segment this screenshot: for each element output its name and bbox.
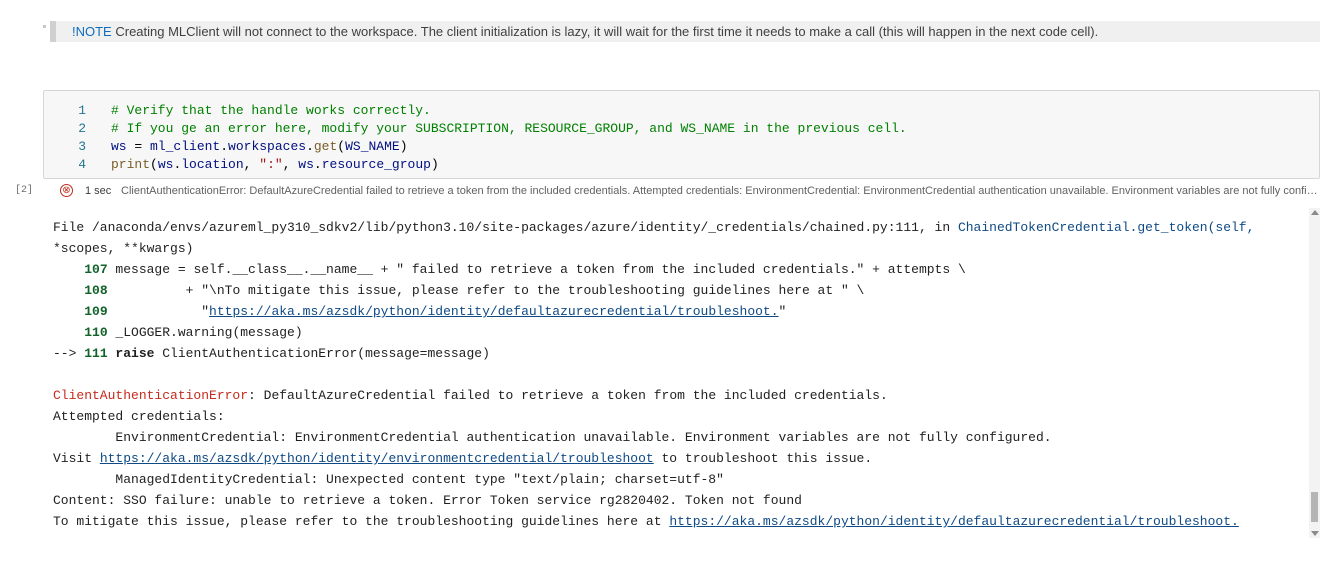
error-detail-line: Content: SSO failure: unable to retrieve… (53, 493, 802, 508)
traceback-code-line: 108 + "\nTo mitigate this issue, please … (53, 283, 864, 301)
code-text: # If you ge an error here, modify your S… (111, 121, 907, 136)
code-token: ( (337, 139, 346, 154)
code-token: ml_client (150, 139, 221, 154)
code-token: workspaces (228, 139, 307, 154)
code-token: ws (298, 157, 314, 172)
code-token: , (282, 157, 299, 172)
scrollbar-thumb[interactable] (1311, 492, 1318, 522)
error-detail-line: To mitigate this issue, please refer to … (53, 514, 1239, 532)
traceback-code: " (778, 304, 787, 319)
code-line: 1 # Verify that the handle works correct… (44, 103, 1319, 121)
scroll-down-arrow-icon[interactable] (1311, 531, 1319, 536)
error-line: ClientAuthenticationError: DefaultAzureC… (53, 388, 888, 406)
traceback-func-link[interactable]: ChainedTokenCredential.get_token(self, (958, 220, 1254, 235)
line-number: 2 (78, 121, 86, 136)
error-detail-line: EnvironmentCredential: EnvironmentCreden… (53, 430, 1052, 445)
traceback-code: ClientAuthenticationError(message=messag… (154, 346, 490, 361)
scroll-up-arrow-icon[interactable] (1311, 210, 1319, 215)
code-cell-editor[interactable]: 1 # Verify that the handle works correct… (43, 90, 1320, 179)
line-number: 3 (78, 139, 86, 154)
traceback-line-number: 108 (84, 283, 108, 298)
cell-output: File /anaconda/envs/azureml_py310_sdkv2/… (0, 210, 1310, 540)
traceback-current-line: --> 111 raise ClientAuthenticationError(… (53, 346, 490, 364)
traceback-file-line: File /anaconda/envs/azureml_py310_sdkv2/… (53, 220, 1254, 238)
code-token: get (313, 139, 338, 154)
code-token: ":" (259, 157, 283, 172)
troubleshoot-link[interactable]: https://aka.ms/azsdk/python/identity/def… (209, 304, 779, 319)
traceback-code-line: 109 "https://aka.ms/azsdk/python/identit… (53, 304, 786, 322)
note-label: !NOTE (72, 24, 112, 39)
code-token: WS_NAME (345, 139, 400, 154)
error-message: : DefaultAzureCredential failed to retri… (248, 388, 888, 403)
error-detail-line: Visit https://aka.ms/azsdk/python/identi… (53, 451, 872, 469)
code-token: . (306, 139, 314, 154)
code-token: . (220, 139, 229, 154)
traceback-code-line: 110 _LOGGER.warning(message) (53, 325, 303, 343)
code-text: ws = ml_client.workspaces.get(WS_NAME) (111, 139, 408, 154)
output-scrollbar[interactable] (1309, 208, 1320, 538)
traceback-line-number: 107 (84, 262, 108, 277)
traceback-code-line: 107 message = self.__class__.__name__ + … (53, 262, 966, 280)
code-line: 3 ws = ml_client.workspaces.get(WS_NAME) (44, 139, 1319, 157)
code-token: ws (157, 157, 174, 172)
error-status-icon: ⊗ (60, 184, 73, 197)
traceback-line-number: 109 (84, 304, 108, 319)
error-text: Visit (53, 451, 100, 466)
environment-troubleshoot-link[interactable]: https://aka.ms/azsdk/python/identity/env… (100, 451, 654, 466)
execution-count: [2] (15, 185, 34, 196)
error-name: ClientAuthenticationError (53, 388, 249, 403)
code-token: ws (111, 139, 127, 154)
code-token: ) (399, 139, 408, 154)
traceback-args-line: *scopes, **kwargs) (53, 241, 194, 256)
execution-status-message[interactable]: ClientAuthenticationError: DefaultAzureC… (121, 185, 1320, 197)
traceback-code: _LOGGER.warning(message) (107, 325, 303, 340)
code-token: print (111, 157, 151, 172)
code-token: , (243, 157, 260, 172)
markdown-note-cell[interactable]: !NOTE Creating MLClient will not connect… (50, 21, 1320, 42)
cell-marker (43, 25, 46, 28)
code-line: 4 print(ws.location, ":", ws.resource_gr… (44, 157, 1319, 175)
note-text: !NOTE Creating MLClient will not connect… (72, 24, 1098, 39)
defaultcredential-troubleshoot-link[interactable]: https://aka.ms/azsdk/python/identity/def… (669, 514, 1239, 529)
error-text: To mitigate this issue, please refer to … (53, 514, 670, 529)
error-text: to troubleshoot this issue. (653, 451, 873, 466)
code-token: resource_group (321, 157, 431, 172)
traceback-arrow: --> (53, 346, 85, 361)
traceback-code: message = self.__class__.__name__ + " fa… (107, 262, 966, 277)
code-text: print(ws.location, ":", ws.resource_grou… (111, 157, 439, 172)
execution-time: 1 sec (85, 185, 112, 197)
line-number: 1 (78, 103, 86, 118)
code-token: = (126, 139, 151, 154)
code-line: 2 # If you ge an error here, modify your… (44, 121, 1319, 139)
error-detail-line: ManagedIdentityCredential: Unexpected co… (53, 472, 724, 487)
traceback-line-number: 111 (84, 346, 108, 361)
note-body: Creating MLClient will not connect to th… (111, 24, 1099, 39)
traceback-keyword: raise (107, 346, 155, 361)
code-text: # Verify that the handle works correctly… (111, 103, 431, 118)
code-token: ( (150, 157, 158, 172)
line-number: 4 (78, 157, 86, 172)
error-detail-line: Attempted credentials: (53, 409, 225, 424)
traceback-code: " (107, 304, 210, 319)
code-token: location (181, 157, 244, 172)
code-token: . (313, 157, 322, 172)
traceback-text: File /anaconda/envs/azureml_py310_sdkv2/… (53, 220, 958, 235)
code-token: ) (430, 157, 439, 172)
traceback-code: + "\nTo mitigate this issue, please refe… (107, 283, 865, 298)
traceback-line-number: 110 (84, 325, 108, 340)
